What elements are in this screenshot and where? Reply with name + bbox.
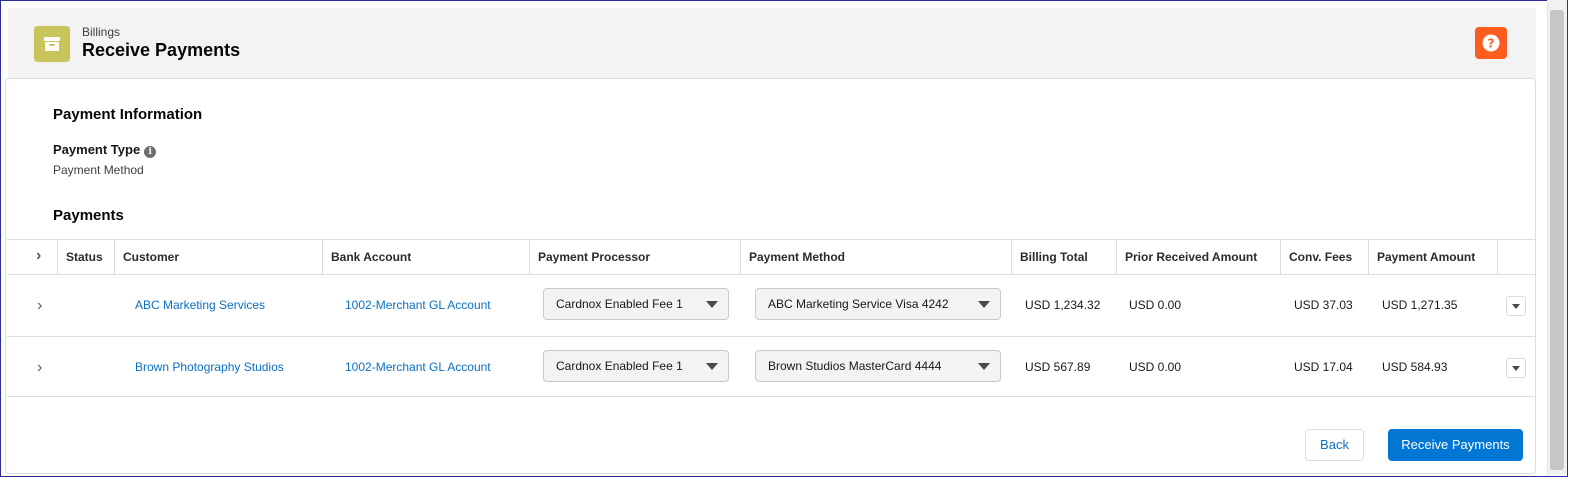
row-actions-button[interactable] (1506, 296, 1526, 316)
col-customer[interactable]: Customer (115, 240, 323, 274)
row-actions-button[interactable] (1506, 358, 1526, 378)
info-icon[interactable]: i (144, 146, 157, 158)
payment-amount-value: USD 584.93 (1382, 360, 1448, 374)
table-row: › Brown Photography Studios 1002-Merchan… (7, 336, 1535, 398)
caret-down-icon (978, 363, 990, 370)
page-title: Receive Payments (82, 40, 241, 60)
col-payment-amount[interactable]: Payment Amount (1369, 240, 1498, 274)
payment-processor-value: Cardnox Enabled Fee 1 (556, 297, 683, 311)
billing-total-value: USD 1,234.32 (1025, 298, 1101, 312)
breadcrumb: Billings (82, 25, 121, 39)
payment-information-title: Payment Information (53, 106, 203, 123)
page-header: Billings Receive Payments ? (8, 8, 1536, 78)
caret-down-icon (1512, 366, 1520, 371)
col-bank-account[interactable]: Bank Account (323, 240, 530, 274)
archive-box-icon (34, 26, 70, 62)
col-billing-total[interactable]: Billing Total (1012, 240, 1117, 274)
payment-method-value: Brown Studios MasterCard 4444 (768, 359, 942, 373)
table-row: › ABC Marketing Services 1002-Merchant G… (7, 274, 1535, 336)
payment-processor-value: Cardnox Enabled Fee 1 (556, 359, 683, 373)
caret-down-icon (978, 301, 990, 308)
payment-type-value: Payment Method (53, 163, 144, 177)
payment-type-label-text: Payment Type (53, 142, 141, 157)
col-prior-received[interactable]: Prior Received Amount (1117, 240, 1281, 274)
caret-down-icon (706, 301, 718, 308)
svg-text:?: ? (1488, 37, 1495, 51)
col-payment-processor[interactable]: Payment Processor (530, 240, 741, 274)
payments-title: Payments (53, 207, 124, 224)
conv-fees-value: USD 17.04 (1294, 360, 1353, 374)
col-payment-method[interactable]: Payment Method (741, 240, 1012, 274)
bank-account-link[interactable]: 1002-Merchant GL Account (345, 337, 491, 398)
customer-link[interactable]: ABC Marketing Services (135, 275, 265, 336)
help-button[interactable]: ? (1475, 27, 1507, 59)
receive-payments-button[interactable]: Receive Payments (1388, 429, 1523, 461)
back-button[interactable]: Back (1305, 429, 1364, 461)
payment-processor-select[interactable]: Cardnox Enabled Fee 1 (543, 350, 729, 382)
billing-total-value: USD 567.89 (1025, 360, 1091, 374)
payment-method-select[interactable]: ABC Marketing Service Visa 4242 (755, 288, 1001, 320)
payments-table: › Status Customer Bank Account Payment P… (7, 239, 1535, 397)
payment-processor-select[interactable]: Cardnox Enabled Fee 1 (543, 288, 729, 320)
chevron-right-icon[interactable]: › (37, 275, 42, 336)
payment-amount-value: USD 1,271.35 (1382, 298, 1458, 312)
bank-account-link[interactable]: 1002-Merchant GL Account (345, 275, 491, 336)
payment-method-value: ABC Marketing Service Visa 4242 (768, 297, 949, 311)
col-actions (1498, 240, 1535, 274)
col-conv-fees[interactable]: Conv. Fees (1281, 240, 1369, 274)
chevron-right-icon[interactable]: › (37, 337, 42, 398)
conv-fees-value: USD 37.03 (1294, 298, 1353, 312)
payment-method-select[interactable]: Brown Studios MasterCard 4444 (755, 350, 1001, 382)
caret-down-icon (1512, 304, 1520, 309)
payment-type-label: Payment Type i (53, 142, 157, 158)
expand-all-header[interactable]: › (7, 240, 58, 274)
prior-received-value: USD 0.00 (1129, 298, 1182, 312)
customer-link[interactable]: Brown Photography Studios (135, 337, 284, 398)
caret-down-icon (706, 363, 718, 370)
scrollbar-thumb[interactable] (1550, 10, 1564, 470)
question-circle-icon: ? (1482, 34, 1500, 52)
prior-received-value: USD 0.00 (1129, 360, 1182, 374)
chevron-right-icon[interactable]: › (36, 240, 41, 274)
col-status[interactable]: Status (58, 240, 115, 274)
